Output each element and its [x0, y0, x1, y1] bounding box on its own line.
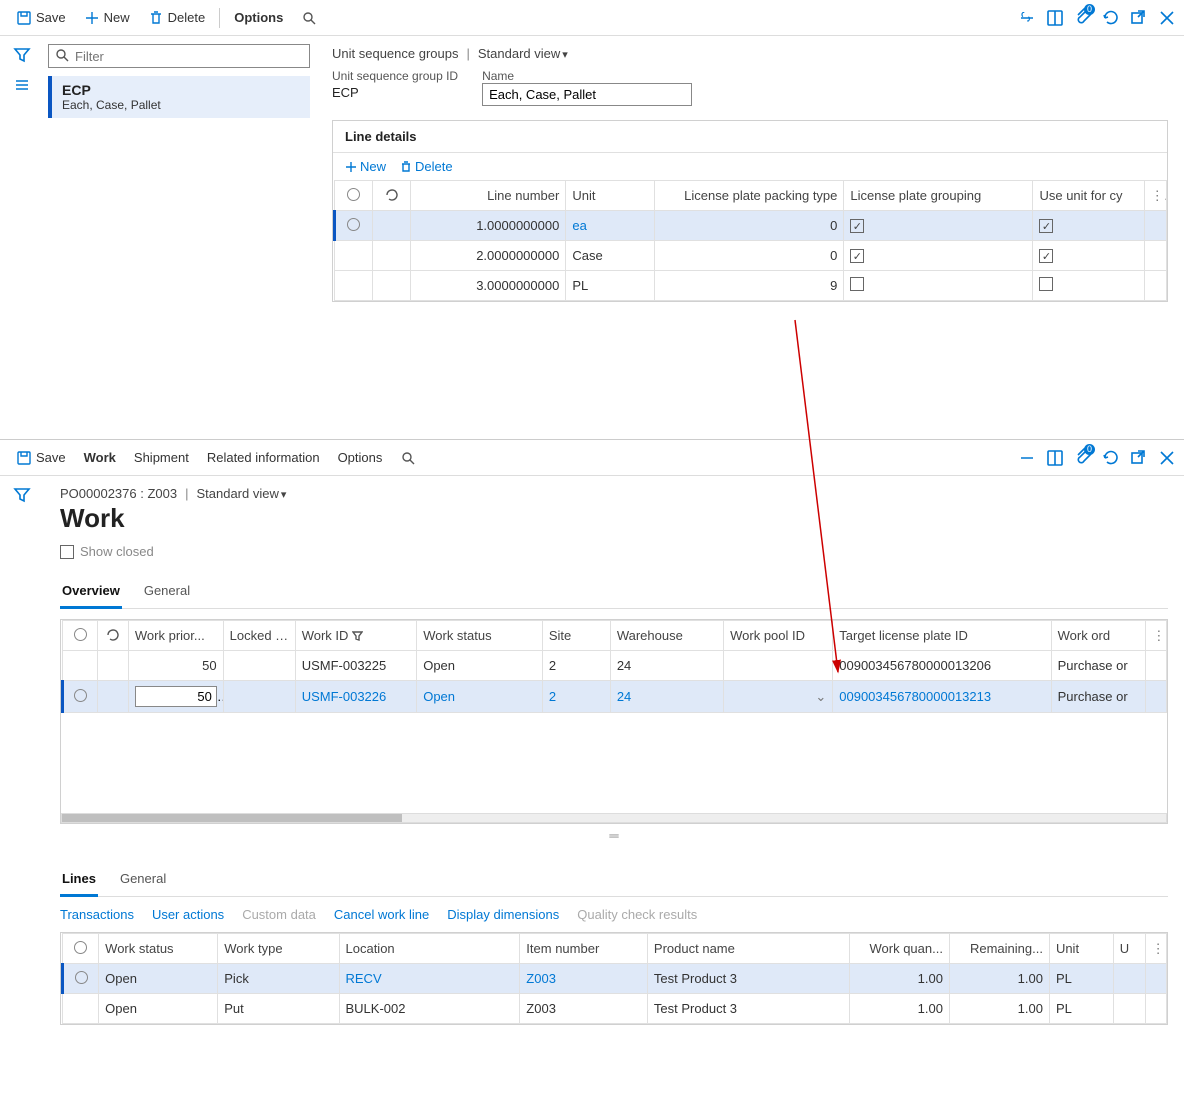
filter-box[interactable] [48, 44, 310, 68]
table-row[interactable]: 2.0000000000 Case 0 ✓ ✓ [335, 241, 1167, 271]
new-label: New [104, 10, 130, 25]
line-new-button[interactable]: New [345, 159, 386, 174]
id-label: Unit sequence group ID [332, 69, 458, 83]
col-unit[interactable]: Unit [566, 181, 655, 211]
attachments-button[interactable]: 0 [1074, 7, 1092, 28]
col-lineno[interactable]: Line number [410, 181, 566, 211]
options-label: Options [234, 10, 283, 25]
separator [219, 8, 220, 28]
delete-button[interactable]: Delete [140, 6, 214, 30]
close-icon[interactable] [1158, 9, 1176, 27]
chevron-down-icon: ▾ [562, 49, 568, 61]
checkbox[interactable]: ✓ [1039, 249, 1053, 263]
table-row[interactable]: 1.0000000000 ea 0 ✓ ✓ [335, 211, 1167, 241]
link-icon[interactable] [1018, 9, 1036, 27]
select-all[interactable] [335, 181, 373, 211]
refresh-column[interactable] [372, 181, 410, 211]
refresh-icon[interactable] [1102, 9, 1120, 27]
list-item-sub: Each, Case, Pallet [62, 98, 300, 112]
id-value: ECP [332, 83, 458, 102]
popout-icon[interactable] [1130, 9, 1148, 27]
list-item[interactable]: ECP Each, Case, Pallet [48, 76, 310, 118]
name-label: Name [482, 69, 692, 83]
separator: | [466, 46, 469, 61]
section-title: Line details [333, 121, 1167, 153]
col-lptype[interactable]: License plate packing type [655, 181, 844, 211]
checkbox[interactable]: ✓ [850, 249, 864, 263]
save-button[interactable]: Save [8, 6, 74, 30]
page-crumb: Unit sequence groups [332, 46, 458, 61]
action-bar-top: Save New Delete Options 0 [0, 0, 1184, 36]
list-icon[interactable] [13, 76, 31, 94]
checkbox[interactable]: ✓ [850, 219, 864, 233]
new-button[interactable]: New [76, 6, 138, 30]
attachment-count: 0 [1084, 4, 1095, 15]
annotation-arrow [0, 300, 1184, 1000]
list-item-title: ECP [62, 82, 300, 98]
line-delete-button[interactable]: Delete [400, 159, 453, 174]
filter-icon[interactable] [13, 46, 31, 64]
line-details-grid: Line number Unit License plate packing t… [333, 180, 1167, 301]
view-selector[interactable]: Standard view▾ [478, 46, 568, 61]
options-button[interactable]: Options [226, 6, 291, 29]
col-more[interactable]: ⋮ [1144, 181, 1166, 211]
col-useunit[interactable]: Use unit for cy [1033, 181, 1144, 211]
checkbox[interactable] [850, 277, 864, 291]
delete-label: Delete [168, 10, 206, 25]
name-input[interactable] [482, 83, 692, 106]
search-button[interactable] [293, 6, 325, 30]
filter-input[interactable] [75, 49, 303, 64]
checkbox[interactable] [1039, 277, 1053, 291]
search-icon [55, 48, 71, 64]
checkbox[interactable]: ✓ [1039, 219, 1053, 233]
line-details-section: Line details New Delete Line number Unit… [332, 120, 1168, 302]
save-label: Save [36, 10, 66, 25]
col-lpgroup[interactable]: License plate grouping [844, 181, 1033, 211]
table-row[interactable]: 3.0000000000 PL 9 [335, 271, 1167, 301]
panel-icon[interactable] [1046, 9, 1064, 27]
